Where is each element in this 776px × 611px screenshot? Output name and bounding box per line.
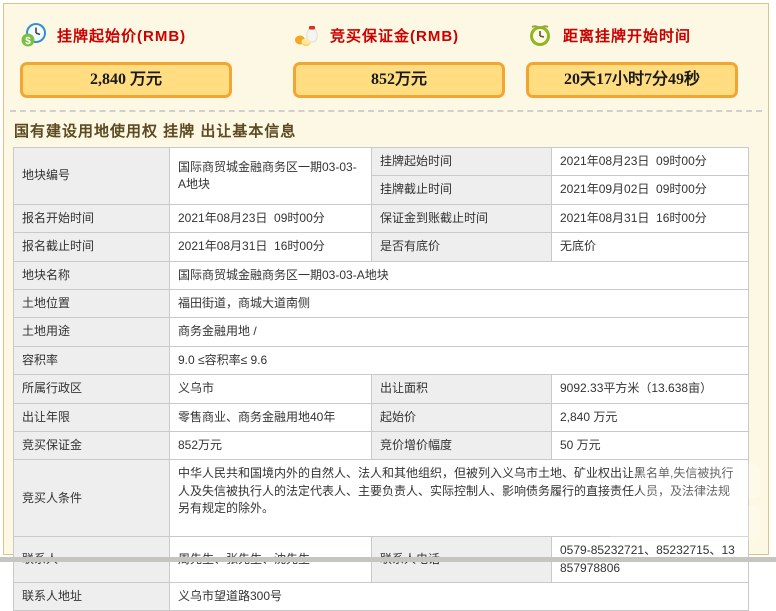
table-row: 土地位置 福田街道，商城大道南侧 bbox=[14, 289, 749, 317]
table-row: 联系人地址 义乌市望道路300号 bbox=[14, 583, 749, 611]
cell-increment-label: 竞价增价幅度 bbox=[372, 431, 552, 459]
table-row: 竞买保证金 852万元 竞价增价幅度 50 万元 bbox=[14, 431, 749, 459]
table-row: 竞买人条件 中华人民共和国境内外的自然人、法人和其他组织，但被列入义乌市土地、矿… bbox=[14, 460, 749, 537]
cell-plot-ratio-value: 9.0 ≤容积率≤ 9.6 bbox=[170, 346, 749, 374]
section-title: 国有建设用地使用权 挂牌 出让基本信息 bbox=[14, 120, 768, 141]
table-row: 土地用途 商务金融用地 / bbox=[14, 318, 749, 346]
cell-listing-start-value: 2021年08月23日 09时00分 bbox=[552, 148, 749, 176]
cell-bid-deposit-label: 竞买保证金 bbox=[14, 431, 170, 459]
cell-listing-end-value: 2021年09月02日 09时00分 bbox=[552, 176, 749, 204]
cell-deposit-deadline-value: 2021年08月31日 16时00分 bbox=[552, 204, 749, 232]
table-row: 地块名称 国际商贸城金融商务区一期03-03-A地块 bbox=[14, 261, 749, 289]
table-row: 报名截止时间 2021年08月31日 16时00分 是否有底价 无底价 bbox=[14, 233, 749, 261]
start-price-value: 2,840 万元 bbox=[20, 62, 232, 98]
countdown-value: 20天17小时7分49秒 bbox=[526, 62, 738, 98]
cell-bid-deposit-value: 852万元 bbox=[170, 431, 372, 459]
cell-district-value: 义乌市 bbox=[170, 375, 372, 403]
cell-listing-start-label: 挂牌起始时间 bbox=[372, 148, 552, 176]
cell-bidder-conditions-label: 竞买人条件 bbox=[14, 460, 170, 537]
table-row: 出让年限 零售商业、商务金融用地40年 起始价 2,840 万元 bbox=[14, 403, 749, 431]
cell-land-location-label: 土地位置 bbox=[14, 289, 170, 317]
cell-start-price-value: 2,840 万元 bbox=[552, 403, 749, 431]
clock-money-icon: $ bbox=[20, 21, 48, 49]
cell-reserve-price-label: 是否有底价 bbox=[372, 233, 552, 261]
cell-tenure-label: 出让年限 bbox=[14, 403, 170, 431]
table-row: 所属行政区 义乌市 出让面积 9092.33平方米（13.638亩） bbox=[14, 375, 749, 403]
cell-contact-address-value: 义乌市望道路300号 bbox=[170, 583, 749, 611]
cell-land-location-value: 福田街道，商城大道南侧 bbox=[170, 289, 749, 317]
table-row: 地块编号 国际商贸城金融商务区一期03-03-A地块 挂牌起始时间 2021年0… bbox=[14, 148, 749, 176]
cell-district-label: 所属行政区 bbox=[14, 375, 170, 403]
start-price-label: 挂牌起始价(RMB) bbox=[57, 25, 186, 46]
card-countdown-header: 距离挂牌开始时间 bbox=[526, 18, 738, 52]
cell-parcel-name-value: 国际商贸城金融商务区一期03-03-A地块 bbox=[170, 261, 749, 289]
money-bag-icon bbox=[293, 21, 321, 49]
cell-area-value: 9092.33平方米（13.638亩） bbox=[552, 375, 749, 403]
listing-info-table: 地块编号 国际商贸城金融商务区一期03-03-A地块 挂牌起始时间 2021年0… bbox=[13, 147, 749, 611]
summary-cards: $ 挂牌起始价(RMB) 2,840 万元 竞买保证金( bbox=[4, 4, 768, 98]
card-start-price: $ 挂牌起始价(RMB) 2,840 万元 bbox=[20, 18, 232, 98]
deposit-label: 竞买保证金(RMB) bbox=[330, 25, 459, 46]
card-start-price-header: $ 挂牌起始价(RMB) bbox=[20, 18, 232, 52]
cell-land-use-label: 土地用途 bbox=[14, 318, 170, 346]
cell-bidder-conditions-value: 中华人民共和国境内外的自然人、法人和其他组织，但被列入义乌市土地、矿业权出让黑名… bbox=[170, 460, 749, 537]
listing-panel: $ 挂牌起始价(RMB) 2,840 万元 竞买保证金( bbox=[3, 3, 769, 555]
cell-signup-start-value: 2021年08月23日 09时00分 bbox=[170, 204, 372, 232]
cell-parcel-name-label: 地块名称 bbox=[14, 261, 170, 289]
cell-increment-value: 50 万元 bbox=[552, 431, 749, 459]
table-row: 报名开始时间 2021年08月23日 09时00分 保证金到账截止时间 2021… bbox=[14, 204, 749, 232]
cell-tenure-value: 零售商业、商务金融用地40年 bbox=[170, 403, 372, 431]
alarm-clock-icon bbox=[526, 21, 554, 49]
bottom-border-band bbox=[0, 557, 776, 562]
cell-deposit-deadline-label: 保证金到账截止时间 bbox=[372, 204, 552, 232]
cell-area-label: 出让面积 bbox=[372, 375, 552, 403]
countdown-label: 距离挂牌开始时间 bbox=[563, 25, 691, 46]
cell-plot-ratio-label: 容积率 bbox=[14, 346, 170, 374]
cell-parcel-no-label: 地块编号 bbox=[14, 148, 170, 205]
card-countdown: 距离挂牌开始时间 20天17小时7分49秒 bbox=[526, 18, 738, 98]
cell-signup-start-label: 报名开始时间 bbox=[14, 204, 170, 232]
cell-start-price-label: 起始价 bbox=[372, 403, 552, 431]
cell-contact-address-label: 联系人地址 bbox=[14, 583, 170, 611]
table-row: 容积率 9.0 ≤容积率≤ 9.6 bbox=[14, 346, 749, 374]
cell-signup-end-label: 报名截止时间 bbox=[14, 233, 170, 261]
cell-reserve-price-value: 无底价 bbox=[552, 233, 749, 261]
card-deposit: 竞买保证金(RMB) 852万元 bbox=[293, 18, 505, 98]
svg-text:$: $ bbox=[25, 36, 31, 47]
cell-signup-end-value: 2021年08月31日 16时00分 bbox=[170, 233, 372, 261]
cell-listing-end-label: 挂牌截止时间 bbox=[372, 176, 552, 204]
cell-parcel-no-value: 国际商贸城金融商务区一期03-03-A地块 bbox=[170, 148, 372, 205]
deposit-value: 852万元 bbox=[293, 62, 505, 98]
cell-land-use-value: 商务金融用地 / bbox=[170, 318, 749, 346]
dashed-separator bbox=[10, 110, 762, 112]
card-deposit-header: 竞买保证金(RMB) bbox=[293, 18, 505, 52]
